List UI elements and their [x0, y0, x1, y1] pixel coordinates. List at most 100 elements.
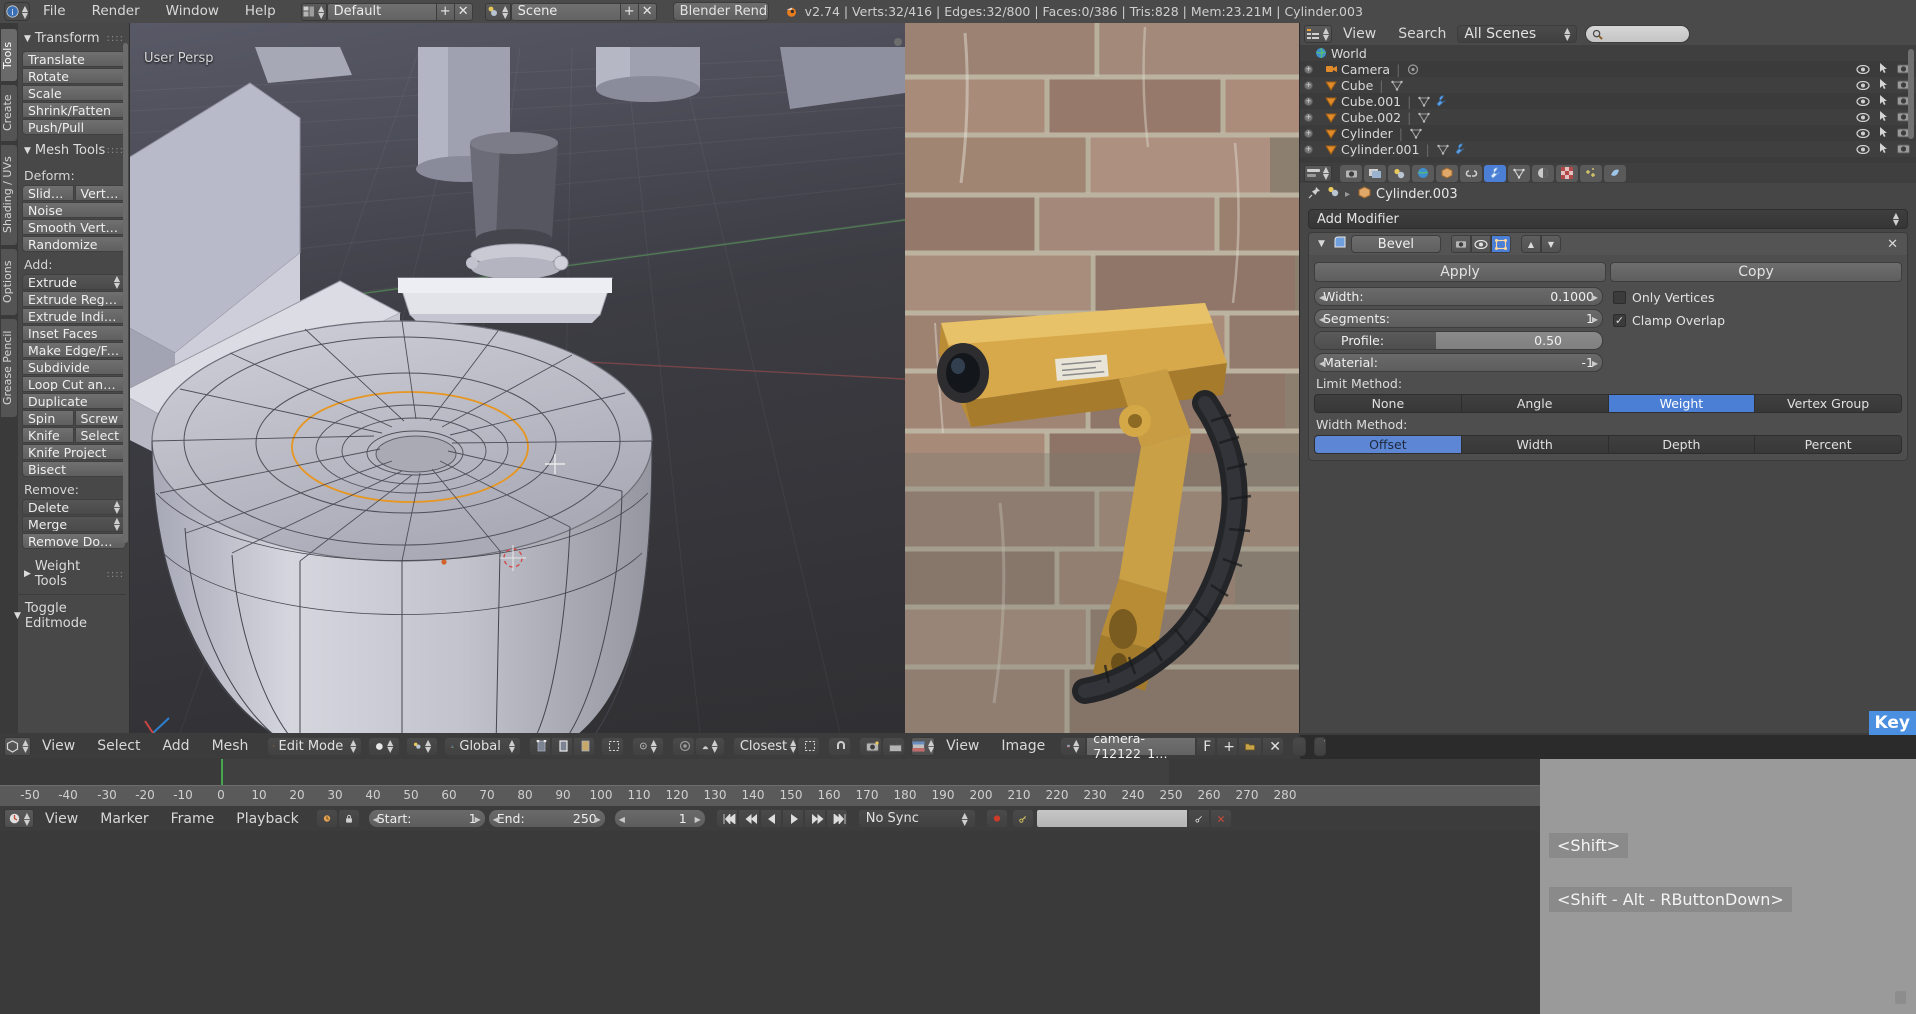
limit-selection-visible-icon[interactable] [601, 736, 624, 756]
expand-icon[interactable]: + [1304, 80, 1313, 90]
limit-method-weight[interactable]: Weight [1608, 394, 1756, 413]
cursor-icon[interactable] [1879, 110, 1888, 125]
translate-button[interactable]: Translate [22, 51, 126, 67]
properties-editor[interactable]: ▲ ▼ ▸ Cylinder.003 Add Modifier ▲ ▼ ▼ Be… [1300, 163, 1916, 733]
sync-mode-selector[interactable]: No Sync ▲ ▼ [857, 809, 976, 828]
eye-icon[interactable] [1856, 78, 1870, 93]
fake-user-button[interactable]: F [1196, 736, 1217, 756]
wrench-icon[interactable] [1453, 143, 1467, 156]
timeline-icon[interactable]: ▲ ▼ [4, 809, 34, 828]
outliner-search-field[interactable] [1585, 25, 1691, 43]
panel-mesh-tools-header[interactable]: ▼ Mesh Tools :::: [22, 139, 126, 163]
mesh-data-icon[interactable] [1436, 143, 1450, 156]
knife-project-button[interactable]: Knife Project [22, 444, 126, 460]
knife-select-button[interactable]: Select [74, 427, 126, 443]
modifier-viewport-toggle-icon[interactable] [1470, 235, 1491, 253]
bevel-segments-field[interactable]: ◀ Segments: 1 ▶ [1314, 309, 1603, 328]
render-engine-selector[interactable]: Blender Render ▲▼ [672, 2, 769, 21]
image-browse-icon[interactable]: ▲ ▼ [1060, 736, 1087, 756]
apply-modifier-button[interactable]: Apply [1314, 262, 1606, 282]
play-icon[interactable] [781, 809, 804, 828]
interaction-mode-selector[interactable]: Edit Mode ▲ ▼ [267, 736, 363, 756]
next-keyframe-icon[interactable] [803, 809, 826, 828]
image-editor-menu-image[interactable]: Image [990, 733, 1056, 759]
outliner-row-cube-001[interactable]: + Cube.001 | [1300, 93, 1916, 109]
extrude-menu[interactable]: Extrude ▲ ▼ [22, 274, 126, 290]
transform-orientation-selector[interactable]: Global ▲ ▼ [444, 736, 522, 756]
tab-data-icon[interactable] [1508, 164, 1530, 182]
panel-toggle-editmode-header[interactable]: ▼ Toggle Editmode [12, 594, 126, 636]
panel-transform-header[interactable]: ▼ Transform :::: [22, 27, 126, 51]
eye-icon[interactable] [1856, 110, 1870, 125]
keyingset-field[interactable] [1035, 809, 1188, 828]
edit-mesh-cylinder[interactable] [0, 23, 905, 733]
timeline-menu-view[interactable]: View [34, 806, 89, 832]
make-edge-face-button[interactable]: Make Edge/Face [22, 342, 126, 358]
tab-grease-pencil[interactable]: Grease Pencil [1, 319, 17, 417]
pivot-point-selector[interactable]: ▲ ▼ [631, 736, 664, 756]
toolshelf-scrollbar[interactable] [123, 43, 128, 543]
smooth-vertex-button[interactable]: Smooth Vertex [22, 219, 126, 235]
width-method-depth[interactable]: Depth [1608, 435, 1756, 454]
unlink-image-button[interactable]: ✕ [1262, 736, 1285, 756]
lock-icon[interactable] [337, 809, 360, 828]
eye-icon[interactable] [1856, 62, 1870, 77]
knife-button[interactable]: Knife [22, 427, 74, 443]
key-add-icon[interactable] [1187, 809, 1210, 828]
width-method-offset[interactable]: Offset [1314, 435, 1462, 454]
screen-layout-selector[interactable]: ▲ ▼ Default + ✕ [300, 2, 473, 21]
tab-constraints-icon[interactable] [1460, 164, 1482, 182]
bisect-button[interactable]: Bisect [22, 461, 126, 477]
tab-options[interactable]: Options [1, 249, 17, 315]
randomize-button[interactable]: Randomize [22, 236, 126, 252]
start-frame-field[interactable]: ◀ Start: 1 ▶ [367, 809, 486, 828]
shrink-fatten-button[interactable]: Shrink/Fatten [22, 102, 126, 118]
play-reverse-icon[interactable] [759, 809, 782, 828]
chevron-left-icon[interactable]: ◀ [1319, 293, 1325, 302]
outliner[interactable]: ▲ ▼ View Search All Scenes ▲ ▼ World + C… [1300, 23, 1916, 163]
folder-open-icon[interactable] [1238, 736, 1263, 756]
snap-target-selector[interactable]: Closest ▲ ▼ [732, 736, 798, 756]
modifier-editmode-toggle-icon[interactable] [1490, 235, 1511, 253]
cursor-icon[interactable] [1879, 142, 1888, 157]
add-modifier-button[interactable]: Add Modifier ▲ ▼ [1308, 209, 1908, 229]
extrude-region-button[interactable]: Extrude Region [22, 291, 126, 307]
tab-render-icon[interactable] [1340, 164, 1362, 182]
bevel-profile-slider[interactable]: Profile: 0.50 [1314, 331, 1603, 350]
limit-method-none[interactable]: None [1314, 394, 1462, 413]
expand-icon[interactable]: + [1304, 144, 1313, 154]
tab-texture-icon[interactable] [1556, 164, 1578, 182]
keyingset-icon[interactable] [1011, 809, 1034, 828]
subdivide-button[interactable]: Subdivide [22, 359, 126, 375]
mesh-data-icon[interactable] [1417, 111, 1431, 124]
cursor-icon[interactable] [1879, 94, 1888, 109]
clamp-overlap-checkb ox[interactable]: ✓ [1613, 314, 1626, 327]
expand-icon[interactable]: + [1304, 112, 1313, 122]
outliner-display-mode[interactable]: All Scenes ▲ ▼ [1457, 25, 1578, 43]
camera-render-icon[interactable] [1897, 142, 1910, 157]
chevron-left-icon[interactable]: ◀ [1319, 315, 1325, 324]
camera-data-icon[interactable] [1406, 63, 1420, 76]
push-pull-button[interactable]: Push/Pull [22, 119, 126, 135]
chevron-right-icon[interactable]: ▶ [595, 815, 601, 824]
tool-shelf[interactable]: Tools Create Shading / UVs Options Greas… [0, 23, 130, 733]
scene-value[interactable]: Scene [510, 2, 621, 21]
scene-lock-selector[interactable]: ▲ ▼ [406, 736, 439, 756]
cursor-icon[interactable] [1879, 62, 1888, 77]
menu-file[interactable]: File [30, 0, 79, 23]
noise-button[interactable]: Noise [22, 202, 126, 218]
tab-particles-icon[interactable] [1580, 164, 1602, 182]
image-name-field[interactable]: camera-712122_1… [1086, 731, 1197, 761]
image-editor-menu-view[interactable]: View [935, 733, 990, 759]
width-method-percent[interactable]: Percent [1755, 435, 1902, 454]
chevron-right-icon[interactable]: ▶ [1592, 359, 1598, 368]
tab-world-icon[interactable] [1412, 164, 1434, 182]
image-view-mode-selector[interactable]: View ▲▼ [1314, 736, 1327, 756]
scene-selector[interactable]: ▲ ▼ Scene + ✕ [484, 2, 657, 21]
object-icon[interactable] [1358, 185, 1371, 203]
timeline-menu-playback[interactable]: Playback [225, 806, 309, 832]
wrench-icon[interactable] [1434, 95, 1448, 108]
screen-layout-value[interactable]: Default [326, 2, 437, 21]
spin-button[interactable]: Spin [22, 410, 74, 426]
image-editor[interactable] [905, 23, 1299, 733]
